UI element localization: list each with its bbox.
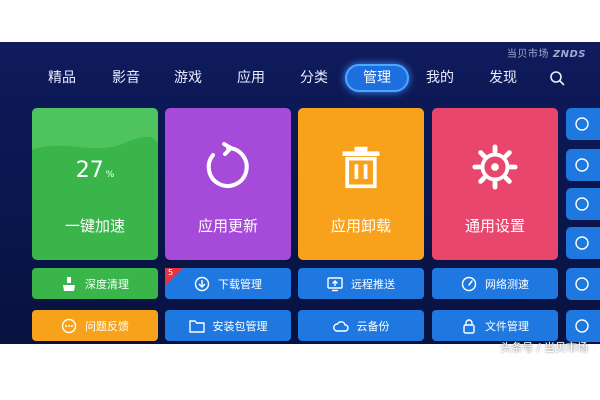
side-item[interactable] <box>566 227 600 259</box>
feedback-button[interactable]: 问题反馈 <box>32 310 158 341</box>
tab-manage[interactable]: 管理 <box>345 64 409 92</box>
gear-icon <box>472 144 518 190</box>
brand-logo: 当贝市场 ZNDS <box>506 49 586 60</box>
side-circle-icon <box>575 158 589 172</box>
side-item[interactable] <box>566 268 600 300</box>
tab-discover[interactable]: 发现 <box>481 64 525 92</box>
network-speed-button[interactable]: 网络测速 <box>432 268 558 299</box>
tv-screen: 当贝市场 ZNDS 精品 影音 游戏 应用 分类 管理 我的 发现 27% 一键加… <box>0 42 600 344</box>
monitor-upload-icon <box>327 276 343 291</box>
side-circle-icon <box>575 117 589 131</box>
side-item[interactable] <box>566 108 600 140</box>
tab-featured[interactable]: 精品 <box>40 64 84 92</box>
apk-manager-button[interactable]: 安装包管理 <box>165 310 291 341</box>
refresh-icon <box>206 142 249 188</box>
tab-apps[interactable]: 应用 <box>229 64 273 92</box>
speedup-percent: 27% <box>75 158 115 183</box>
app-uninstall-tile[interactable]: 应用卸载 <box>298 108 424 260</box>
speedup-tile[interactable]: 27% 一键加速 <box>32 108 158 260</box>
broom-icon <box>63 276 75 291</box>
remote-push-button[interactable]: 远程推送 <box>298 268 424 299</box>
side-circle-icon <box>575 197 589 211</box>
top-nav: 精品 影音 游戏 应用 分类 管理 我的 发现 <box>0 64 600 92</box>
app-uninstall-label: 应用卸载 <box>330 217 391 235</box>
app-update-label: 应用更新 <box>197 217 258 235</box>
badge-count: 5 <box>168 268 174 277</box>
wave-decoration <box>32 108 158 150</box>
cloud-icon <box>332 320 349 332</box>
folder-icon <box>188 319 205 333</box>
general-settings-label: 通用设置 <box>464 217 525 235</box>
search-icon[interactable] <box>549 70 565 86</box>
side-circle-icon <box>575 319 589 333</box>
download-manager-button[interactable]: 5 下载管理 <box>165 268 291 299</box>
speedometer-icon <box>461 276 477 291</box>
trash-icon <box>342 146 380 189</box>
tab-media[interactable]: 影音 <box>104 64 148 92</box>
app-update-tile[interactable]: 应用更新 <box>165 108 291 260</box>
side-item[interactable] <box>566 188 600 220</box>
watermark: 头条号 / 当贝市场 <box>500 341 588 354</box>
side-item[interactable] <box>566 149 600 181</box>
tab-categories[interactable]: 分类 <box>292 64 336 92</box>
tab-games[interactable]: 游戏 <box>166 64 210 92</box>
file-manager-button[interactable]: 文件管理 <box>432 310 558 341</box>
lock-file-icon <box>463 318 475 334</box>
tab-mine[interactable]: 我的 <box>418 64 462 92</box>
side-circle-icon <box>575 236 589 250</box>
chat-icon <box>61 318 77 333</box>
side-item[interactable] <box>566 310 600 342</box>
cloud-backup-button[interactable]: 云备份 <box>298 310 424 341</box>
deep-clean-button[interactable]: 深度清理 <box>32 268 158 299</box>
side-circle-icon <box>575 277 589 291</box>
general-settings-tile[interactable]: 通用设置 <box>432 108 558 260</box>
download-icon <box>194 276 210 291</box>
speedup-label: 一键加速 <box>64 217 125 235</box>
